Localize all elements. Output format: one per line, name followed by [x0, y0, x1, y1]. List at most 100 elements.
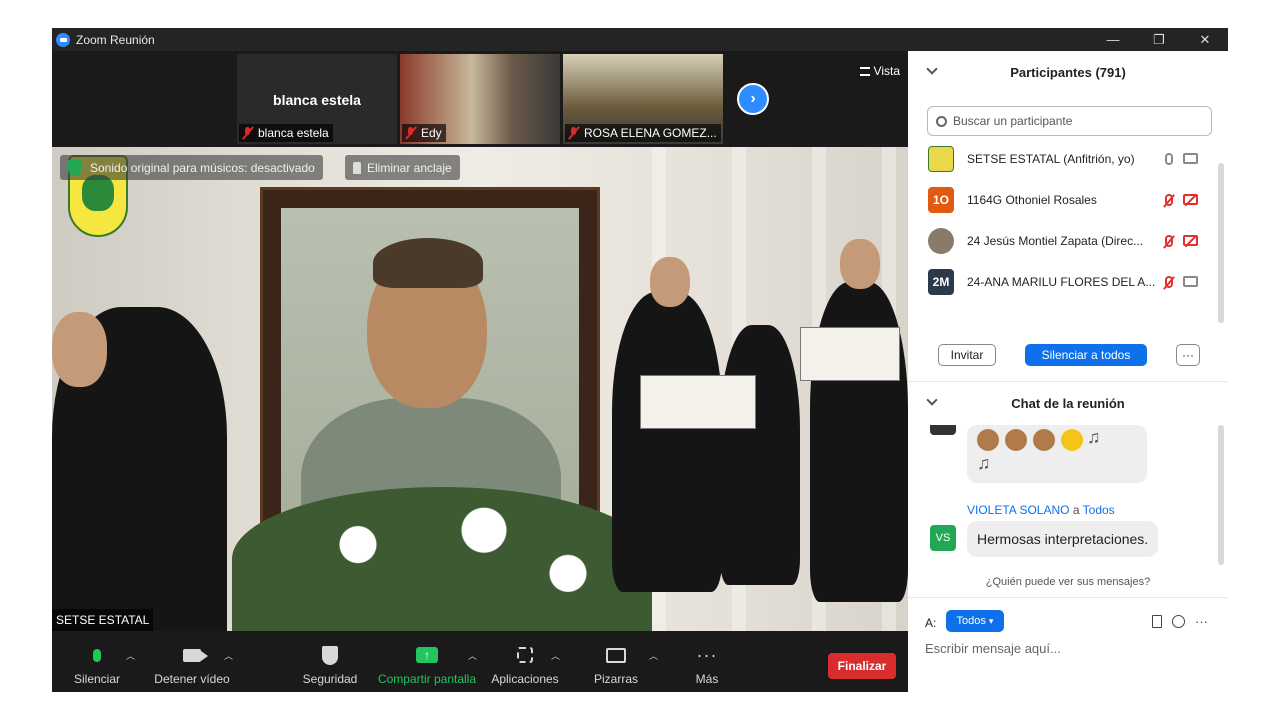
- stop-video-button[interactable]: Detener vídeo: [152, 631, 232, 692]
- who-sees-text: ¿Quién puede ver sus mensajes?: [985, 576, 1151, 588]
- guitarist: [720, 325, 800, 585]
- thumbnail-edy[interactable]: Edy: [400, 54, 560, 144]
- recipient-selected: Todos: [956, 615, 986, 627]
- seated-man-face: [52, 312, 107, 387]
- pin-icon: [353, 161, 361, 174]
- participant-name: 24 Jesús Montiel Zapata (Direc...: [967, 234, 1144, 248]
- whiteboards-button[interactable]: Pizarras: [592, 631, 640, 692]
- microphone-icon: [93, 648, 101, 662]
- participant-row[interactable]: 24 Jesús Montiel Zapata (Direc...: [928, 226, 1218, 256]
- view-button[interactable]: Vista: [859, 64, 900, 78]
- original-sound-indicator[interactable]: Sonido original para músicos: desactivad…: [60, 155, 323, 180]
- violinist: [612, 292, 722, 592]
- more-dots-icon: ···: [696, 645, 718, 665]
- more-label: Más: [695, 672, 719, 686]
- window-controls: — ❐ ✕: [1090, 28, 1228, 51]
- musician-right-face: [840, 239, 880, 289]
- video-camera-icon: [183, 648, 208, 662]
- mute-label: Silenciar: [73, 672, 121, 686]
- chat-divider: [908, 597, 1228, 598]
- avatar: [930, 425, 956, 435]
- avatar: 2M: [928, 269, 954, 295]
- apps-icon: [517, 647, 533, 663]
- avatar: VS: [930, 525, 956, 551]
- participant-name: 1164G Othoniel Rosales: [967, 193, 1097, 207]
- active-speaker-video[interactable]: Sonido original para músicos: desactivad…: [52, 147, 908, 631]
- clap-emoji-icon: [1005, 429, 1027, 451]
- close-button[interactable]: ✕: [1182, 28, 1228, 51]
- security-button[interactable]: Seguridad: [300, 631, 360, 692]
- audio-options-chevron-icon[interactable]: ︿: [126, 649, 135, 662]
- mute-button[interactable]: Silenciar: [72, 631, 122, 692]
- share-options-chevron-icon[interactable]: ︿: [468, 649, 477, 662]
- apps-label: Aplicaciones: [491, 672, 559, 686]
- chat-sender[interactable]: VIOLETA SOLANO: [967, 503, 1069, 517]
- participant-row[interactable]: 1O 1164G Othoniel Rosales: [928, 185, 1218, 215]
- compose-tools: ···: [1152, 614, 1208, 629]
- video-options-chevron-icon[interactable]: ︿: [224, 649, 233, 662]
- chat-scrollbar[interactable]: [1218, 425, 1224, 565]
- music-note-icon: ♫: [977, 453, 991, 473]
- emoji-message-bubble: ♫ ♫: [967, 425, 1147, 483]
- collapse-chevron-icon[interactable]: [926, 63, 938, 75]
- camera-icon[interactable]: [1183, 276, 1198, 287]
- clap-emoji-icon: [1033, 429, 1055, 451]
- more-dots-icon[interactable]: ···: [1195, 614, 1208, 629]
- video-stage: blanca estela blanca estela Edy ROSA ELE…: [52, 51, 908, 692]
- participants-scrollbar[interactable]: [1218, 163, 1224, 323]
- end-meeting-button[interactable]: Finalizar: [828, 653, 896, 679]
- mic-muted-icon[interactable]: [1165, 194, 1173, 206]
- side-panel: Participantes (791) Buscar un participan…: [908, 51, 1228, 692]
- message-visibility-link[interactable]: ¿Quién puede ver sus mensajes?: [908, 576, 1228, 588]
- participant-row[interactable]: 2M 24-ANA MARILU FLORES DEL A...: [928, 267, 1218, 297]
- view-label: Vista: [873, 64, 900, 78]
- shield-check-icon: [68, 159, 82, 176]
- chat-header: Chat de la reunión: [908, 382, 1228, 424]
- music-stand: [640, 375, 756, 429]
- camera-off-icon[interactable]: [1183, 194, 1198, 205]
- share-label: Compartir pantalla: [377, 672, 477, 686]
- chat-to-word: a: [1072, 503, 1080, 517]
- file-icon[interactable]: [1152, 615, 1162, 628]
- mic-muted-icon: [404, 126, 418, 140]
- title-bar: Zoom Reunión — ❐ ✕: [52, 28, 1228, 51]
- more-button[interactable]: ··· Más: [688, 631, 726, 692]
- chat-recipient: Todos: [1082, 503, 1115, 517]
- next-page-arrow-icon[interactable]: ›: [737, 83, 769, 115]
- grid-view-icon: [859, 66, 870, 76]
- unpin-button[interactable]: Eliminar anclaje: [345, 155, 460, 180]
- participant-name: blanca estela: [258, 126, 329, 140]
- shield-icon: [322, 645, 338, 665]
- recipient-select[interactable]: Todos ▾: [946, 610, 1004, 632]
- avatar: 1O: [928, 187, 954, 213]
- camera-off-icon[interactable]: [1183, 235, 1198, 246]
- collapse-chevron-icon[interactable]: [926, 394, 938, 406]
- mic-muted-icon[interactable]: [1165, 276, 1173, 288]
- restore-button[interactable]: ❐: [1136, 28, 1182, 51]
- minimize-button[interactable]: —: [1090, 28, 1136, 51]
- participant-row[interactable]: SETSE ESTATAL (Anfitrión, yo): [928, 144, 1218, 174]
- mic-icon[interactable]: [1165, 153, 1173, 165]
- invite-button[interactable]: Invitar: [938, 344, 996, 366]
- avatar: [928, 228, 954, 254]
- participant-search-input[interactable]: Buscar un participante: [927, 106, 1212, 136]
- flower-arrangement: [232, 487, 652, 631]
- violinist-face: [650, 257, 690, 307]
- unpin-label: Eliminar anclaje: [367, 160, 452, 175]
- mic-muted-icon[interactable]: [1165, 235, 1173, 247]
- zoom-logo-icon: [56, 32, 70, 47]
- thumbnail-strip: blanca estela blanca estela Edy ROSA ELE…: [52, 51, 908, 147]
- apps-options-chevron-icon[interactable]: ︿: [551, 649, 560, 662]
- whiteboards-options-chevron-icon[interactable]: ︿: [649, 649, 658, 662]
- thumbnail-blanca-estela[interactable]: blanca estela blanca estela: [237, 54, 397, 144]
- chat-message-input[interactable]: Escribir mensaje aquí...: [925, 641, 1061, 656]
- camera-icon[interactable]: [1183, 153, 1198, 164]
- share-screen-icon: ↑: [416, 647, 438, 663]
- emoji-icon[interactable]: [1172, 615, 1185, 628]
- participant-name: 24-ANA MARILU FLORES DEL A...: [967, 275, 1156, 289]
- participants-more-button[interactable]: ···: [1176, 344, 1200, 366]
- mute-all-button[interactable]: Silenciar a todos: [1025, 344, 1147, 366]
- share-screen-button[interactable]: ↑ Compartir pantalla: [376, 631, 478, 692]
- mic-muted-icon: [241, 126, 255, 140]
- thumbnail-rosa-elena[interactable]: ROSA ELENA GOMEZ...: [563, 54, 723, 144]
